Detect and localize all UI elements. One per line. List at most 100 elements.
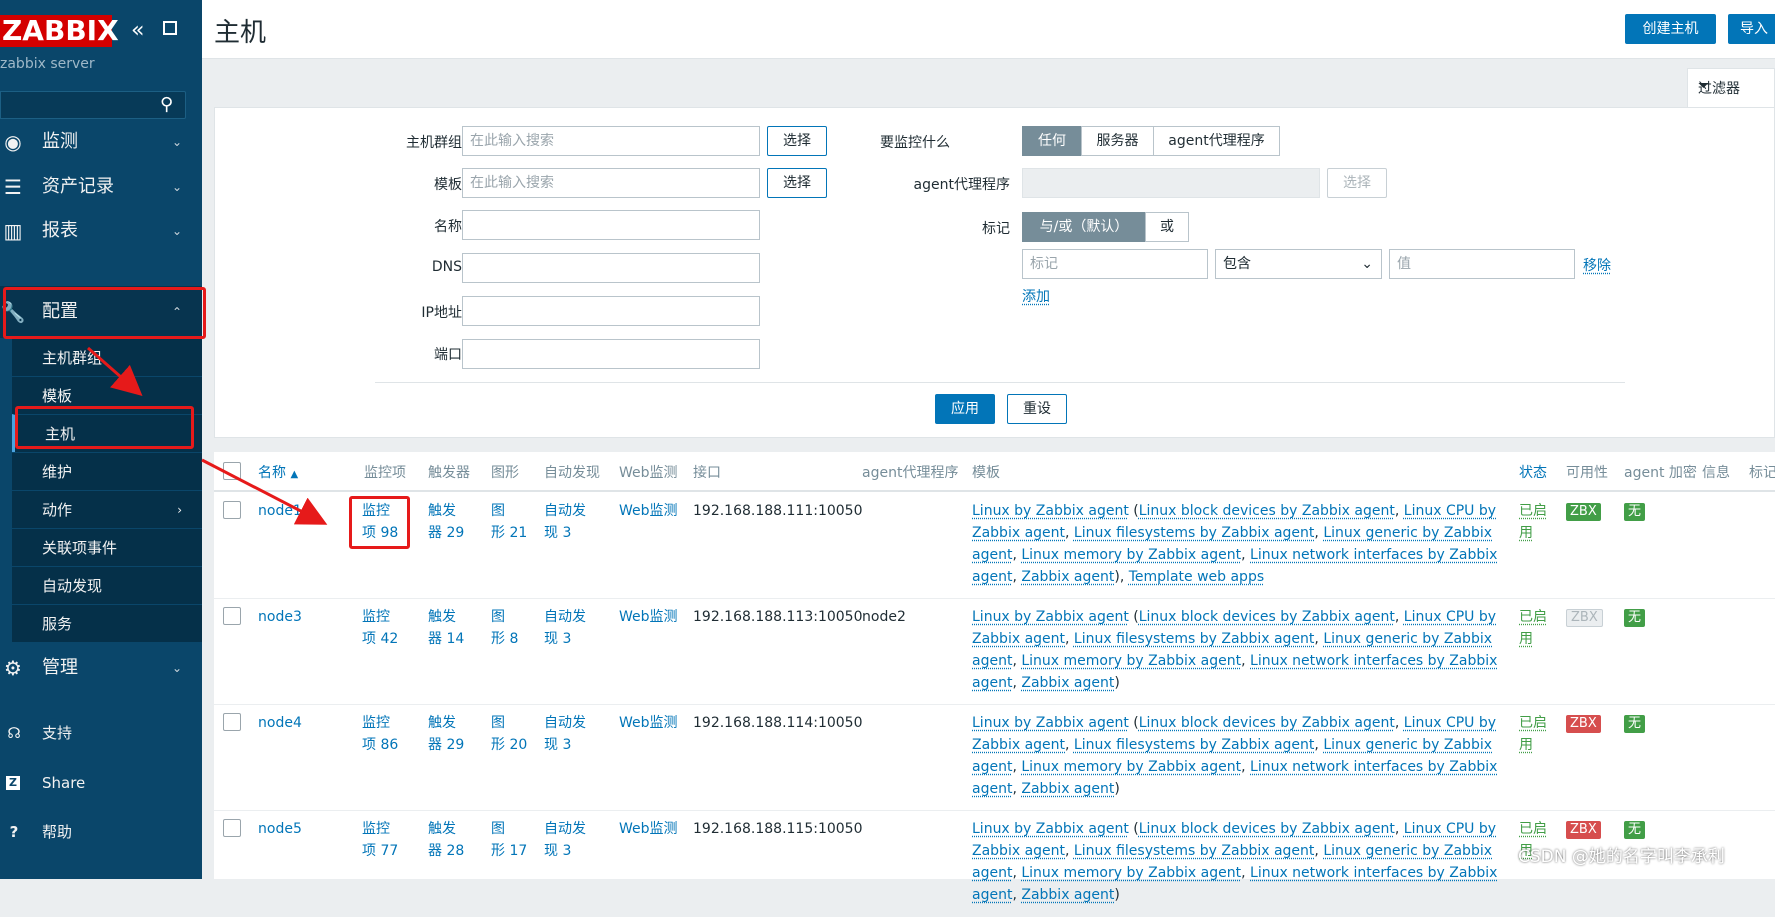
apply-button[interactable]: 应用	[935, 394, 995, 424]
monitored-by-any[interactable]: 任何	[1022, 126, 1082, 156]
linked-template[interactable]: Linux filesystems by Zabbix agent	[1074, 631, 1314, 647]
web-link[interactable]: Web监测	[619, 818, 678, 840]
zbx-availability-badge[interactable]: ZBX	[1566, 503, 1601, 521]
web-link[interactable]: Web监测	[619, 606, 678, 628]
menu-inventory[interactable]: ☰ 资产记录 ⌄	[0, 163, 202, 211]
tag-operator-select[interactable]: 包含 ⌄	[1215, 249, 1382, 279]
zabbix-logo[interactable]: ZABBIX	[0, 15, 119, 47]
host-groups-input[interactable]: 在此输入搜索	[462, 126, 760, 156]
search-icon[interactable]: ⚲	[160, 94, 173, 115]
menu-administration[interactable]: ⚙ 管理 ⌄	[0, 644, 202, 692]
col-name-header[interactable]: 名称 ▲	[258, 462, 298, 482]
discovery-link[interactable]: 自动发现 3	[544, 500, 586, 544]
linked-template[interactable]: Linux memory by Zabbix agent	[1021, 547, 1241, 563]
footer-share[interactable]: Z Share	[0, 768, 202, 798]
submenu-services[interactable]: 服务	[12, 604, 202, 642]
monitored-by-proxy[interactable]: agent代理程序	[1153, 126, 1280, 156]
create-host-button[interactable]: 创建主机	[1625, 14, 1716, 44]
web-link[interactable]: Web监测	[619, 500, 678, 522]
dns-input[interactable]	[462, 253, 760, 283]
menu-reports[interactable]: ▥ 报表 ⌄	[0, 207, 202, 255]
graphs-link[interactable]: 图形 17	[491, 818, 527, 862]
linked-template[interactable]: Zabbix agent	[1021, 887, 1114, 903]
row-checkbox[interactable]	[223, 819, 241, 837]
templates-input[interactable]: 在此输入搜索	[462, 168, 760, 198]
linked-template[interactable]: Linux memory by Zabbix agent	[1021, 759, 1241, 775]
col-status-header[interactable]: 状态	[1519, 462, 1547, 482]
host-groups-select-button[interactable]: 选择	[767, 126, 827, 156]
menu-monitoring[interactable]: ◉ 监测 ⌄	[0, 118, 202, 166]
submenu-actions[interactable]: 动作 ›	[12, 490, 202, 528]
footer-help[interactable]: ? 帮助	[0, 817, 202, 847]
remove-tag-link[interactable]: 移除	[1583, 255, 1611, 275]
triggers-link[interactable]: 触发器 29	[428, 712, 464, 756]
linked-template[interactable]: Zabbix agent	[1021, 569, 1114, 585]
items-link[interactable]: 监控项 86	[362, 712, 398, 756]
linked-template[interactable]: Zabbix agent	[1021, 781, 1114, 797]
tag-value-input[interactable]: 值	[1389, 249, 1575, 279]
zbx-availability-badge[interactable]: ZBX	[1566, 715, 1601, 733]
add-tag-link[interactable]: 添加	[1022, 286, 1050, 306]
discovery-link[interactable]: 自动发现 3	[544, 818, 586, 862]
linked-template[interactable]: Zabbix agent	[1021, 675, 1114, 691]
triggers-link[interactable]: 触发器 14	[428, 606, 464, 650]
graphs-link[interactable]: 图形 20	[491, 712, 527, 756]
template-link[interactable]: Linux by Zabbix agent	[972, 609, 1129, 625]
zbx-availability-badge[interactable]: ZBX	[1566, 609, 1603, 627]
host-name-link[interactable]: node3	[258, 606, 302, 628]
monitored-by-server[interactable]: 服务器	[1081, 126, 1154, 156]
discovery-link[interactable]: 自动发现 3	[544, 712, 586, 756]
status-link[interactable]: 已启用	[1519, 712, 1555, 756]
linked-template[interactable]: Linux filesystems by Zabbix agent	[1074, 525, 1314, 541]
submenu-discovery[interactable]: 自动发现	[12, 566, 202, 604]
submenu-event-correlation[interactable]: 关联项事件	[12, 528, 202, 566]
reset-button[interactable]: 重设	[1007, 394, 1067, 424]
footer-support[interactable]: ☊ 支持	[0, 718, 202, 748]
row-checkbox[interactable]	[223, 501, 241, 519]
filter-tab[interactable]: 过滤器 ⏷	[1687, 68, 1775, 108]
linked-template[interactable]: Linux block devices by Zabbix agent	[1139, 715, 1395, 731]
graphs-link[interactable]: 图形 8	[491, 606, 518, 650]
template-link[interactable]: Linux by Zabbix agent	[972, 715, 1129, 731]
linked-template[interactable]: Linux block devices by Zabbix agent	[1139, 609, 1395, 625]
items-link[interactable]: 监控项 77	[362, 818, 398, 862]
graphs-link-line1: 图	[491, 715, 505, 731]
port-input[interactable]	[462, 339, 760, 369]
status-link[interactable]: 已启用	[1519, 606, 1555, 650]
triggers-link[interactable]: 触发器 29	[428, 500, 464, 544]
discovery-link[interactable]: 自动发现 3	[544, 606, 586, 650]
submenu-host-groups[interactable]: 主机群组	[12, 338, 202, 376]
linked-template[interactable]: Linux filesystems by Zabbix agent	[1074, 843, 1314, 859]
template-link[interactable]: Linux by Zabbix agent	[972, 503, 1129, 519]
template-link[interactable]: Template web apps	[1129, 569, 1264, 585]
host-name-link[interactable]: node5	[258, 818, 302, 840]
menu-reports-label: 报表	[42, 220, 78, 241]
tags-mode-and-or[interactable]: 与/或（默认）	[1022, 212, 1146, 242]
tags-mode-or[interactable]: 或	[1145, 212, 1189, 242]
row-checkbox[interactable]	[223, 607, 241, 625]
select-all-checkbox[interactable]	[223, 462, 241, 480]
items-link[interactable]: 监控项 42	[362, 606, 398, 650]
tag-name-input[interactable]: 标记	[1022, 249, 1208, 279]
zbx-availability-badge[interactable]: ZBX	[1566, 821, 1601, 839]
host-name-link[interactable]: node4	[258, 712, 302, 734]
status-link[interactable]: 已启用	[1519, 500, 1555, 544]
kiosk-mode-icon[interactable]	[163, 21, 177, 35]
web-link[interactable]: Web监测	[619, 712, 678, 734]
import-button[interactable]: 导入	[1728, 14, 1775, 44]
linked-template[interactable]: Linux block devices by Zabbix agent	[1139, 503, 1395, 519]
collapse-sidebar-icon[interactable]: «	[131, 18, 144, 43]
triggers-link[interactable]: 触发器 28	[428, 818, 464, 862]
templates-select-button[interactable]: 选择	[767, 168, 827, 198]
row-checkbox[interactable]	[223, 713, 241, 731]
name-input[interactable]	[462, 210, 760, 240]
linked-template[interactable]: Linux memory by Zabbix agent	[1021, 653, 1241, 669]
ip-input[interactable]	[462, 296, 760, 326]
submenu-maintenance[interactable]: 维护	[12, 452, 202, 490]
template-link[interactable]: Linux by Zabbix agent	[972, 821, 1129, 837]
linked-template[interactable]: Linux filesystems by Zabbix agent	[1074, 737, 1314, 753]
host-name-link[interactable]: node1	[258, 500, 302, 522]
linked-template[interactable]: Linux block devices by Zabbix agent	[1139, 821, 1395, 837]
graphs-link[interactable]: 图形 21	[491, 500, 527, 544]
sidebar-search-input[interactable]	[0, 91, 186, 119]
